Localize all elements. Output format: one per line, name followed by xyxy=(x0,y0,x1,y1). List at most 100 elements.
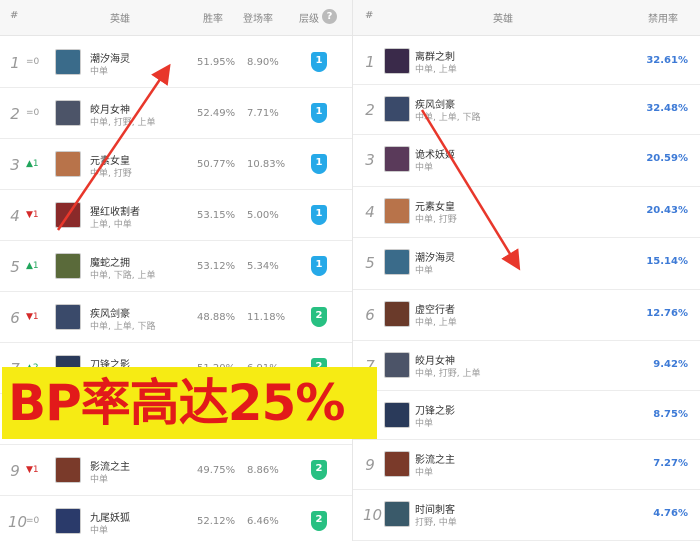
pickrate-value: 5.34% xyxy=(247,261,279,272)
table-row[interactable]: 8刀锋之影中单8.75% xyxy=(353,391,700,440)
banrate-value: 20.43% xyxy=(646,205,688,216)
winrate-value: 49.75% xyxy=(197,465,236,476)
table-row[interactable]: 9 影流之主 中单 7.27% xyxy=(353,440,700,490)
tier-badge-icon: 1 xyxy=(311,256,327,276)
hero-name[interactable]: 疾风剑豪 xyxy=(90,305,130,320)
hero-avatar[interactable] xyxy=(384,301,410,327)
tier-badge-icon: 1 xyxy=(311,103,327,123)
tier-badge-icon: 1 xyxy=(311,154,327,174)
rank-number: 4 xyxy=(365,203,375,221)
table-row[interactable]: 2 =0 皎月女神 中单, 打野, 上单 52.49% 7.71% 1 xyxy=(0,88,352,139)
table-row[interactable]: 5 潮汐海灵 中单 15.14% xyxy=(353,238,700,290)
hero-name[interactable]: 潮汐海灵 xyxy=(90,50,130,65)
question-mark-icon[interactable]: ? xyxy=(322,9,337,24)
pickrate-value: 7.71% xyxy=(247,108,279,119)
hero-avatar[interactable] xyxy=(55,100,81,126)
hero-name[interactable]: 元素女皇 xyxy=(90,152,130,167)
hero-avatar[interactable] xyxy=(55,151,81,177)
banrate-value: 20.59% xyxy=(646,153,688,164)
table-row[interactable]: 10 =0 九尾妖狐 中单 52.12% 6.46% 2 xyxy=(0,496,352,541)
hero-avatar[interactable] xyxy=(55,253,81,279)
rank-number: 10 xyxy=(8,513,28,531)
table-row[interactable]: 1 =0 潮汐海灵 中单 51.95% 8.90% 1 xyxy=(0,37,352,88)
bp-rate-caption: BP率高达25% xyxy=(2,367,377,439)
hero-avatar[interactable] xyxy=(55,457,81,483)
hero-avatar[interactable] xyxy=(384,352,410,378)
hero-name[interactable]: 潮汐海灵 xyxy=(415,249,455,264)
hero-avatar[interactable] xyxy=(55,304,81,330)
table-row[interactable]: 7 皎月女神 中单, 打野, 上单 9.42% xyxy=(353,341,700,391)
hero-avatar[interactable] xyxy=(55,202,81,228)
hero-name[interactable]: 猩红收割者 xyxy=(90,203,140,218)
table-row[interactable]: 10 时间刺客 打野, 中单 4.76% xyxy=(353,490,700,541)
rank-number: 5 xyxy=(10,258,20,276)
winrate-value: 52.12% xyxy=(197,516,236,527)
table-row[interactable]: 5 ▲1 魔蛇之拥 中单, 下路, 上单 53.12% 5.34% 1 xyxy=(0,241,352,292)
table-header: # 英雄 禁用率 xyxy=(353,0,700,36)
hero-name[interactable]: 虚空行者 xyxy=(415,301,455,316)
table-row[interactable]: 1 离群之刺 中单, 上单 32.61% xyxy=(353,37,700,85)
table-row[interactable]: 3 诡术妖姬 中单 20.59% xyxy=(353,135,700,187)
hero-name[interactable]: 影流之主 xyxy=(90,458,130,473)
hero-name[interactable]: 影流之主 xyxy=(415,451,455,466)
table-row[interactable]: 2 疾风剑豪中单, 上单, 下路 32.48% xyxy=(353,85,700,135)
hero-avatar[interactable] xyxy=(384,402,410,428)
trend-indicator: ▲1 xyxy=(26,159,39,169)
hero-roles: 中单, 打野 xyxy=(415,215,457,225)
tier-badge-icon: 1 xyxy=(311,205,327,225)
hero-name[interactable]: 皎月女神 xyxy=(415,352,455,367)
hero-rank-table: # 英雄 胜率 登场率 层级 ? 1 =0 潮汐海灵 中单 51.95% 8.90% 1 2 =… xyxy=(0,0,352,541)
winrate-value: 53.12% xyxy=(197,261,236,272)
hero-roles: 中单, 上单, 下路 xyxy=(90,322,156,332)
rank-number: 9 xyxy=(10,462,20,480)
table-row[interactable]: 4 ▼1 猩红收割者 上单, 中单 53.15% 5.00% 1 xyxy=(0,190,352,241)
tier-badge-icon: 2 xyxy=(311,460,327,480)
hero-roles: 中单 xyxy=(90,526,109,536)
pickrate-value: 11.18% xyxy=(247,312,286,323)
table-row[interactable]: 4 元素女皇中单, 打野 20.43% xyxy=(353,187,700,238)
banrate-value: 12.76% xyxy=(646,308,688,319)
hero-name[interactable]: 离群之刺 xyxy=(415,48,455,63)
hero-avatar[interactable] xyxy=(384,249,410,275)
col-hero-header: 英雄 xyxy=(493,14,513,25)
banrate-value: 9.42% xyxy=(653,359,688,370)
hero-avatar[interactable] xyxy=(384,146,410,172)
hero-avatar[interactable] xyxy=(384,96,410,122)
table-row[interactable]: 6 虚空行者 中单, 上单 12.76% xyxy=(353,290,700,341)
hero-roles: 中单 xyxy=(415,163,434,173)
col-rank-header: # xyxy=(10,10,19,21)
tier-badge-icon: 2 xyxy=(311,307,327,327)
col-banrate-header[interactable]: 禁用率 xyxy=(648,10,678,25)
hero-roles: 中单, 上单 xyxy=(415,65,457,75)
hero-name[interactable]: 元素女皇 xyxy=(415,198,455,213)
ban-rate-table: # 英雄 禁用率 1 离群之刺 中单, 上单 32.61% 2 疾风剑豪 中单, 上单, 下… xyxy=(352,0,700,541)
col-pickrate-header[interactable]: 登场率 xyxy=(243,10,273,25)
hero-avatar[interactable] xyxy=(384,501,410,527)
rank-number: 1 xyxy=(365,53,375,71)
hero-avatar[interactable] xyxy=(384,451,410,477)
rank-number: 9 xyxy=(365,456,375,474)
hero-avatar[interactable] xyxy=(55,49,81,75)
hero-name[interactable]: 皎月女神 xyxy=(90,101,130,116)
hero-roles: 打野, 中单 xyxy=(415,518,457,528)
hero-name[interactable]: 疾风剑豪 xyxy=(415,96,455,111)
hero-name[interactable]: 时间刺客 xyxy=(415,501,455,516)
hero-roles: 中单, 打野, 上单 xyxy=(90,118,156,128)
hero-name[interactable]: 魔蛇之拥 xyxy=(90,254,130,269)
hero-roles: 上单, 中单 xyxy=(90,220,132,230)
banrate-value: 32.48% xyxy=(646,103,688,114)
hero-name[interactable]: 九尾妖狐 xyxy=(90,509,130,524)
col-tier-header[interactable]: 层级 xyxy=(299,10,319,25)
hero-avatar[interactable] xyxy=(384,198,410,224)
table-row[interactable]: 9 ▼1 影流之主 中单 49.75% 8.86% 2 xyxy=(0,445,352,496)
hero-roles: 中单, 上单, 下路 xyxy=(415,113,481,123)
table-row[interactable]: 6 ▼1 疾风剑豪 中单, 上单, 下路 48.88% 11.18% 2 xyxy=(0,292,352,343)
rank-number: 2 xyxy=(365,101,375,119)
hero-name[interactable]: 诡术妖姬 xyxy=(415,146,455,161)
winrate-value: 51.95% xyxy=(197,57,236,68)
hero-avatar[interactable] xyxy=(384,48,410,74)
table-row[interactable]: 3 ▲1 元素女皇 中单, 打野 50.77% 10.83% 1 xyxy=(0,139,352,190)
col-winrate-header[interactable]: 胜率 xyxy=(203,10,223,25)
hero-avatar[interactable] xyxy=(55,508,81,534)
hero-name[interactable]: 刀锋之影 xyxy=(415,402,455,417)
